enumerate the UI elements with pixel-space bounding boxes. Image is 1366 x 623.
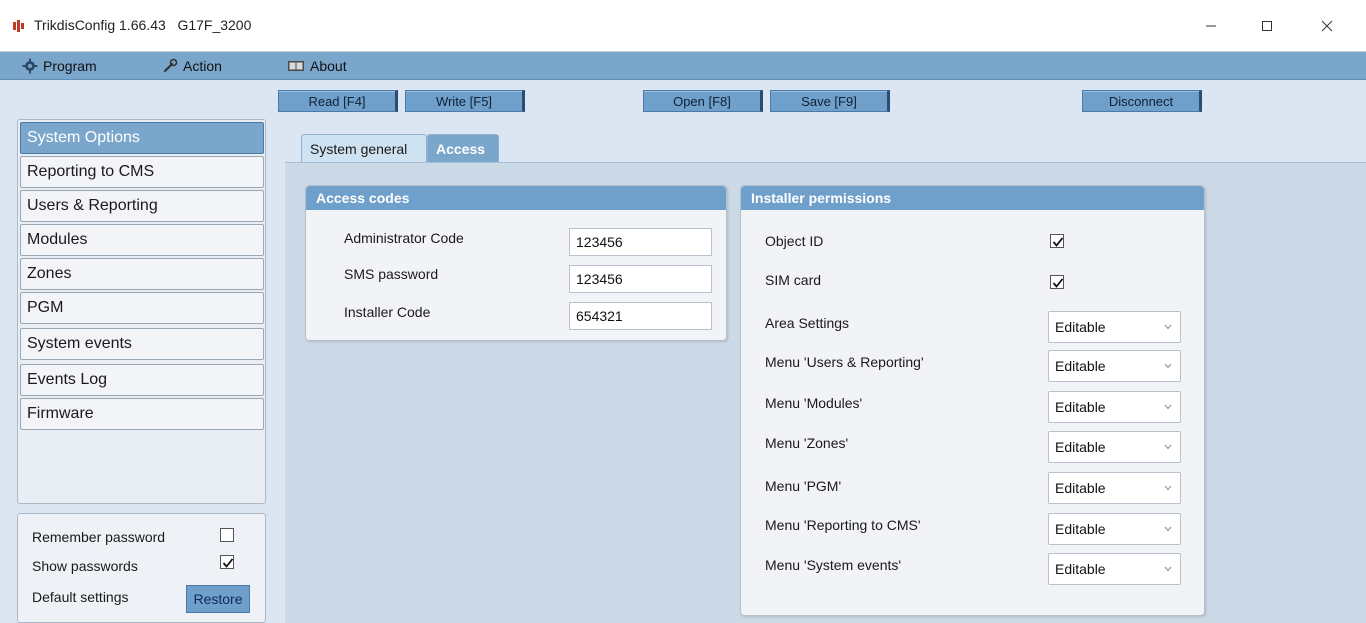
sidebar-item-zones[interactable]: Zones <box>20 258 264 290</box>
menu-modules-label: Menu 'Modules' <box>765 395 863 411</box>
close-button[interactable] <box>1304 8 1350 44</box>
access-codes-group: Access codes Administrator Code 123456 S… <box>305 185 727 341</box>
app-icon <box>12 19 26 33</box>
chevron-down-icon <box>1164 444 1172 450</box>
select-value: Editable <box>1055 358 1106 374</box>
sidebar-item-events-log[interactable]: Events Log <box>20 364 264 396</box>
show-passwords-checkbox[interactable] <box>220 555 234 569</box>
book-icon <box>288 61 304 71</box>
sidebar-item-users-reporting[interactable]: Users & Reporting <box>20 190 264 222</box>
select-value: Editable <box>1055 561 1106 577</box>
installer-code-label: Installer Code <box>344 304 431 320</box>
window-title: TrikdisConfig 1.66.43 G17F_3200 <box>34 17 252 33</box>
menu-zones-select[interactable]: Editable <box>1048 431 1181 463</box>
sidebar-item-system-options[interactable]: System Options <box>20 122 264 154</box>
sidebar: System Options Reporting to CMS Users & … <box>17 119 266 504</box>
administrator-code-label: Administrator Code <box>344 230 464 246</box>
menu-bar: Program Action About <box>0 52 1366 80</box>
sidebar-item-pgm[interactable]: PGM <box>20 292 264 324</box>
menu-users-reporting-label: Menu 'Users & Reporting' <box>765 354 924 370</box>
menu-action[interactable]: Action <box>162 56 222 76</box>
menu-about-label: About <box>310 58 347 74</box>
checkmark-icon <box>222 558 234 568</box>
menu-users-reporting-select[interactable]: Editable <box>1048 350 1181 382</box>
object-id-label: Object ID <box>765 233 824 249</box>
menu-pgm-label: Menu 'PGM' <box>765 478 842 494</box>
menu-action-label: Action <box>183 58 222 74</box>
chevron-down-icon <box>1164 526 1172 532</box>
show-passwords-label: Show passwords <box>32 558 138 574</box>
menu-about[interactable]: About <box>287 56 347 76</box>
select-value: Editable <box>1055 319 1106 335</box>
sidebar-item-reporting-to-cms[interactable]: Reporting to CMS <box>20 156 264 188</box>
checkmark-icon <box>1052 278 1064 288</box>
tab-access[interactable]: Access <box>427 134 499 162</box>
chevron-down-icon <box>1164 404 1172 410</box>
menu-system-events-label: Menu 'System events' <box>765 557 902 573</box>
chevron-down-icon <box>1164 485 1172 491</box>
sim-card-checkbox[interactable] <box>1050 275 1064 289</box>
chevron-down-icon <box>1164 363 1172 369</box>
sms-password-label: SMS password <box>344 266 439 282</box>
administrator-code-input[interactable]: 123456 <box>569 228 712 256</box>
sidebar-item-modules[interactable]: Modules <box>20 224 264 256</box>
menu-reporting-to-cms-label: Menu 'Reporting to CMS' <box>765 517 921 533</box>
password-options-panel: Remember password Show passwords Default… <box>17 513 266 623</box>
access-codes-title: Access codes <box>306 186 726 210</box>
maximize-icon <box>1262 21 1272 31</box>
write-button[interactable]: Write [F5] <box>405 90 525 112</box>
sms-password-input[interactable]: 123456 <box>569 265 712 293</box>
select-value: Editable <box>1055 521 1106 537</box>
sidebar-item-firmware[interactable]: Firmware <box>20 398 264 430</box>
gear-icon <box>22 58 38 74</box>
menu-program[interactable]: Program <box>22 56 97 76</box>
menu-pgm-select[interactable]: Editable <box>1048 472 1181 504</box>
sidebar-item-system-events[interactable]: System events <box>20 328 264 360</box>
select-value: Editable <box>1055 480 1106 496</box>
restore-button[interactable]: Restore <box>186 585 250 613</box>
select-value: Editable <box>1055 439 1106 455</box>
default-settings-label: Default settings <box>32 589 129 605</box>
area-settings-select[interactable]: Editable <box>1048 311 1181 343</box>
close-icon <box>1321 20 1333 32</box>
object-id-checkbox[interactable] <box>1050 234 1064 248</box>
installer-code-input[interactable]: 654321 <box>569 302 712 330</box>
remember-password-checkbox[interactable] <box>220 528 234 542</box>
maximize-button[interactable] <box>1244 8 1290 44</box>
menu-program-label: Program <box>43 58 97 74</box>
disconnect-button[interactable]: Disconnect <box>1082 90 1202 112</box>
menu-zones-label: Menu 'Zones' <box>765 435 849 451</box>
menu-modules-select[interactable]: Editable <box>1048 391 1181 423</box>
tab-system-general[interactable]: System general <box>301 134 427 162</box>
installer-permissions-title: Installer permissions <box>741 186 1204 210</box>
remember-password-label: Remember password <box>32 529 166 545</box>
chevron-down-icon <box>1164 566 1172 572</box>
minimize-icon <box>1206 25 1216 27</box>
save-button[interactable]: Save [F9] <box>770 90 890 112</box>
chevron-down-icon <box>1164 324 1172 330</box>
read-button[interactable]: Read [F4] <box>278 90 398 112</box>
menu-system-events-select[interactable]: Editable <box>1048 553 1181 585</box>
select-value: Editable <box>1055 399 1106 415</box>
open-button[interactable]: Open [F8] <box>643 90 763 112</box>
menu-reporting-to-cms-select[interactable]: Editable <box>1048 513 1181 545</box>
checkmark-icon <box>1052 237 1064 247</box>
area-settings-label: Area Settings <box>765 315 850 331</box>
sim-card-label: SIM card <box>765 272 822 288</box>
title-bar: TrikdisConfig 1.66.43 G17F_3200 <box>0 0 1366 52</box>
minimize-button[interactable] <box>1188 8 1234 44</box>
wrench-icon <box>163 58 178 73</box>
